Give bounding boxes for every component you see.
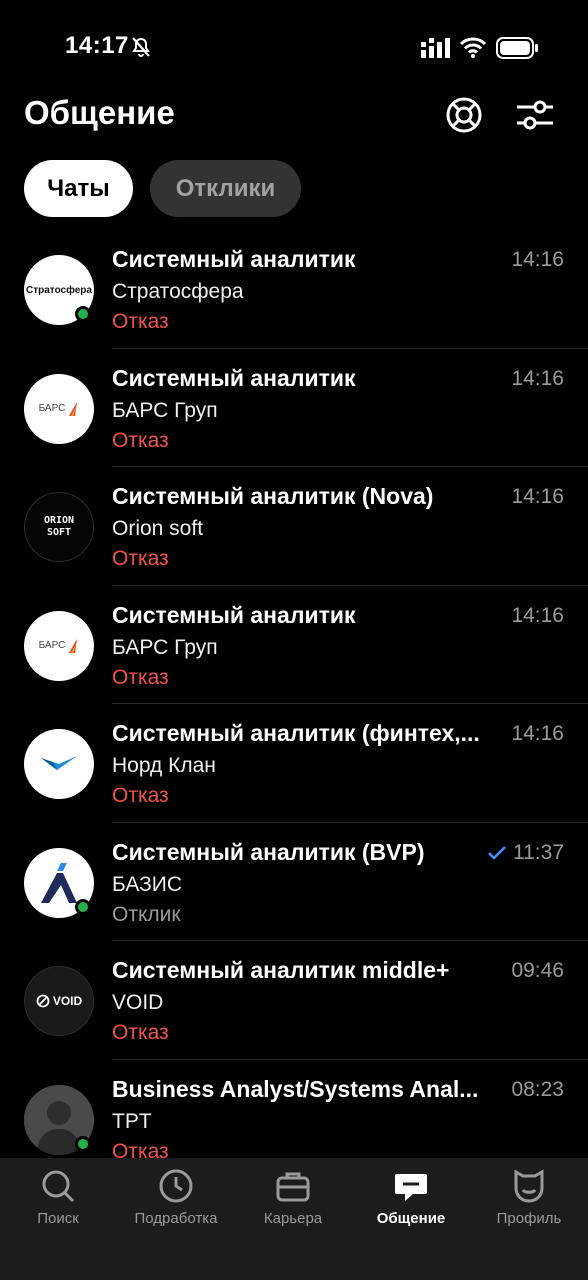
bars-logo: БАРС [39,638,80,654]
status-time: 14:17 [65,32,129,59]
chat-row[interactable]: Системный аналитик (финтех,... Норд Клан… [0,704,588,823]
company-avatar: ORION SOFT [24,492,94,562]
search-icon [42,1170,75,1203]
chat-row[interactable]: БАРС Системный аналитик БАРС Груп Отказ … [0,586,588,704]
chat-time: 09:46 [511,959,564,983]
company-logo-text: VOID [52,994,83,1008]
chat-time-text: 14:16 [511,722,564,745]
chat-time-text: 14:16 [511,603,564,627]
company-logo-text: Стратосфера [26,284,92,296]
nav-label: Общение [376,1210,446,1227]
chat-time-text: 14:16 [511,366,564,390]
chat-title: Системный аналитик [112,601,356,628]
chat-company: БАЗИС [112,872,183,896]
company-avatar [24,729,94,799]
nord-clan-logo-icon [41,756,77,770]
chat-status: Отказ [112,428,169,452]
chat-row[interactable]: БАРС Системный аналитик БАРС Груп Отказ … [0,349,588,467]
chat-status: Отклик [112,902,181,926]
chat-time-text: 14:16 [511,485,564,508]
chat-title: Системный аналитик (финтех,... [112,720,480,746]
chat-row[interactable]: ORION SOFT Системный аналитик (Nova) Ori… [0,467,588,586]
nav-label: Поиск [37,1210,79,1227]
chat-time-text: 11:37 [513,840,564,864]
online-indicator [75,898,91,915]
chat-time: 11:37 [487,841,564,865]
bazis-logo-icon [41,862,77,903]
chat-status: Отказ [112,547,169,570]
status-bar: 14:17 [0,0,588,90]
chat-company: TPT [112,1109,152,1133]
company-avatar: БАРС [24,610,94,681]
chat-time: 14:16 [511,367,564,391]
chat-row[interactable]: Business Analyst/Systems Anal... TPT Отк… [0,1060,588,1159]
lifebuoy-icon[interactable] [445,96,483,134]
tab-chats[interactable]: Чаты [24,160,133,217]
chat-status: Отказ [112,310,169,333]
online-indicator [75,1135,91,1152]
void-logo: VOID [36,994,82,1008]
bottom-nav: Поиск Подработка Карьера Общение Профиль [0,1158,588,1280]
wifi-icon [460,37,486,58]
chat-status: Отказ [112,665,169,689]
chat-status: Отказ [112,1139,169,1159]
profile-icon [514,1169,544,1203]
chat-list: Стратосфера Системный аналитик Стратосфе… [0,230,588,1158]
nav-label: Профиль [496,1210,562,1227]
chat-row[interactable]: Стратосфера Системный аналитик Стратосфе… [0,230,588,349]
nav-label: Подработка [134,1210,218,1227]
company-logo-text: БАРС [38,403,66,414]
briefcase-icon [276,1172,310,1202]
chat-company: VOID [112,991,164,1014]
chat-title: Системный аналитик middle+ [112,957,450,983]
company-logo-text: ORION SOFT [43,515,75,538]
chat-row[interactable]: Системный аналитик (BVP) БАЗИС Отклик 11… [0,823,588,941]
chat-time: 14:16 [511,485,564,509]
chat-title: Системный аналитик (BVP) [112,838,425,865]
chat-company: Норд Клан [112,754,216,777]
read-check-icon [488,845,506,860]
tab-responses[interactable]: Отклики [150,160,301,217]
nav-label: Карьера [263,1210,323,1227]
bars-logo: БАРС [39,401,80,417]
chat-time: 14:16 [511,604,564,628]
bell-muted-icon [132,37,150,57]
nav-side-jobs[interactable]: Подработка [121,1168,231,1227]
chat-time-text: 08:23 [511,1077,564,1101]
company-avatar: VOID [24,966,94,1036]
chat-time-text: 09:46 [511,959,564,982]
online-indicator [75,306,91,322]
chat-company: БАРС Груп [112,635,218,659]
nav-chats[interactable]: Общение [356,1168,466,1227]
nav-search[interactable]: Поиск [3,1168,113,1227]
bars-flag-icon [69,638,78,653]
chat-company: БАРС Груп [112,398,218,422]
chat-title: Системный аналитик (Nova) [112,483,434,509]
chat-time: 08:23 [511,1078,564,1102]
clock-icon [159,1169,193,1203]
chat-title: Business Analyst/Systems Anal... [112,1075,479,1102]
chat-icon [395,1174,427,1201]
chat-time: 14:16 [511,248,564,272]
page-title: Общение [24,94,175,131]
chat-status: Отказ [112,784,169,807]
filter-sliders-icon[interactable] [515,96,555,134]
void-circle-icon [36,994,50,1008]
nav-career[interactable]: Карьера [238,1168,348,1227]
chat-time-text: 14:16 [511,248,564,271]
nav-profile[interactable]: Профиль [474,1168,584,1227]
chat-row[interactable]: VOID Системный аналитик middle+ VOID Отк… [0,941,588,1060]
chat-company: Orion soft [112,517,204,540]
company-avatar: БАРС [24,373,94,444]
chat-time: 14:16 [511,722,564,746]
battery-icon [496,37,538,59]
chat-status: Отказ [112,1021,169,1044]
bars-flag-icon [69,401,78,416]
chat-company: Стратосфера [112,280,244,303]
chat-title: Системный аналитик [112,364,356,391]
company-logo-text: БАРС [38,640,66,651]
signal-icon [421,38,450,58]
chat-title: Системный аналитик [112,246,356,272]
